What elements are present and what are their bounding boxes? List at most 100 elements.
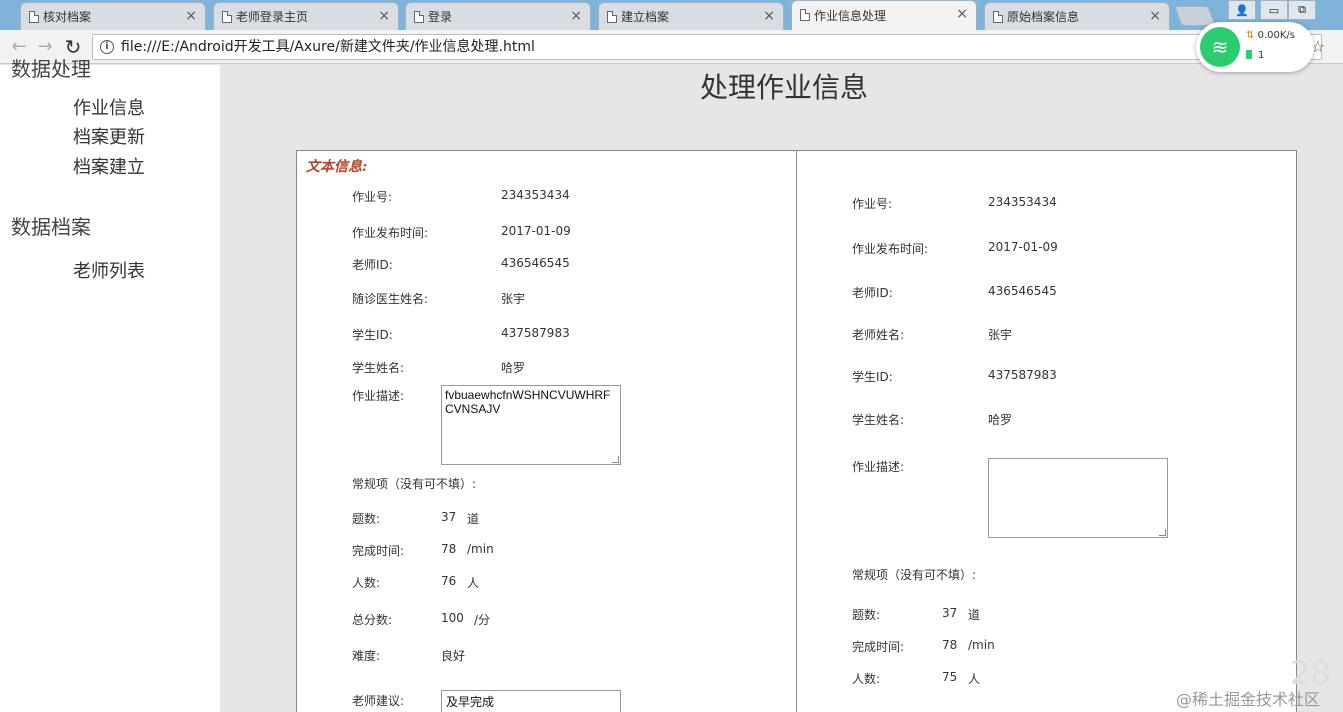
teacher-advice-input[interactable]: 及早完成: [441, 690, 621, 712]
right-questions-label: 题数:: [852, 608, 881, 622]
address-bar: ← → ↻ i file:///E:/Android开发工具/Axure/新建文…: [0, 30, 1343, 64]
network-speed-widget[interactable]: ≋ ⇅ 0.00K/s 1: [1196, 22, 1314, 72]
net-speed: ⇅ 0.00K/s: [1246, 30, 1295, 41]
watermark-text: @稀土掘金技术社区: [1176, 690, 1321, 709]
doctor-name-label: 随诊医生姓名:: [352, 292, 429, 306]
people-value: 76: [441, 574, 457, 588]
page-title: 处理作业信息: [700, 71, 869, 104]
document-icon: [800, 9, 810, 21]
sidebar: 数据处理 作业信息 档案更新 档案建立 数据档案 老师列表: [0, 57, 220, 712]
right-student-name-value: 哈罗: [988, 413, 1013, 427]
resize-grip-icon[interactable]: [612, 456, 619, 463]
document-icon: [414, 11, 424, 23]
right-description-textarea[interactable]: [988, 458, 1168, 538]
url-input[interactable]: i file:///E:/Android开发工具/Axure/新建文件夹/作业信…: [92, 34, 1322, 60]
sidebar-item-teacher-list[interactable]: 老师列表: [73, 257, 145, 283]
right-questions-value: 37: [942, 606, 958, 620]
right-finish-time-unit: /min: [968, 638, 995, 652]
right-teacher-name-value: 张宇: [988, 328, 1013, 342]
tab-create-archive[interactable]: 建立档案 ×: [598, 2, 784, 30]
sidebar-item-archive-create[interactable]: 档案建立: [73, 153, 145, 179]
teacher-advice-label: 老师建议:: [352, 694, 405, 708]
description-textarea[interactable]: fvbuaewhcfnWSHNCVUWHRFCVNSAJV: [441, 385, 621, 465]
tab-teacher-home[interactable]: 老师登录主页 ×: [213, 2, 399, 30]
right-finish-time-label: 完成时间:: [852, 640, 905, 654]
sidebar-heading-data-archive: 数据档案: [11, 215, 91, 239]
tab-homework-processing[interactable]: 作业信息处理 ×: [791, 0, 977, 30]
right-homework-no-label: 作业号:: [852, 197, 893, 211]
info-icon[interactable]: i: [100, 40, 114, 54]
right-teacher-name-label: 老师姓名:: [852, 328, 905, 342]
total-score-value: 100: [441, 611, 464, 625]
panel-divider: [796, 150, 797, 712]
tab-label: 作业信息处理: [814, 9, 887, 23]
homework-no-value: 234353434: [501, 188, 570, 202]
close-icon[interactable]: ×: [378, 8, 390, 24]
close-icon[interactable]: ×: [956, 6, 968, 22]
right-student-id-value: 437587983: [988, 368, 1057, 382]
questions-label: 题数:: [352, 512, 381, 526]
user-icon[interactable]: 👤: [1228, 0, 1256, 20]
sidebar-heading-data-processing: 数据处理: [11, 57, 91, 81]
description-text: fvbuaewhcfnWSHNCVUWHRFCVNSAJV: [445, 388, 611, 416]
right-people-label: 人数:: [852, 672, 881, 686]
right-homework-no-value: 234353434: [988, 195, 1057, 209]
device-icon: [1246, 50, 1252, 59]
questions-unit: 道: [467, 512, 480, 526]
teacher-id-label: 老师ID:: [352, 258, 393, 272]
document-icon: [993, 11, 1003, 23]
right-finish-time-value: 78: [942, 638, 958, 652]
student-id-label: 学生ID:: [352, 328, 393, 342]
right-teacher-id-label: 老师ID:: [852, 286, 893, 300]
right-people-value: 75: [942, 670, 958, 684]
new-tab-button[interactable]: [1174, 6, 1216, 26]
speed-text: 0.00K/s: [1257, 30, 1295, 41]
restore-icon[interactable]: ⧉: [1288, 0, 1316, 20]
document-icon: [607, 11, 617, 23]
total-score-label: 总分数:: [352, 613, 393, 627]
student-id-value: 437587983: [501, 326, 570, 340]
document-icon: [29, 11, 39, 23]
wifi-icon: ≋: [1200, 27, 1240, 67]
difficulty-label: 难度:: [352, 649, 381, 663]
right-description-label: 作业描述:: [852, 460, 905, 474]
close-icon[interactable]: ×: [763, 8, 775, 24]
description-label: 作业描述:: [352, 389, 405, 403]
tab-original-archive[interactable]: 原始档案信息 ×: [984, 2, 1170, 30]
total-score-unit: /分: [474, 613, 491, 627]
finish-time-value: 78: [441, 542, 457, 556]
resize-grip-icon[interactable]: [1159, 529, 1166, 536]
people-label: 人数:: [352, 576, 381, 590]
difficulty-value: 良好: [441, 649, 466, 663]
student-name-label: 学生姓名:: [352, 361, 405, 375]
sidebar-item-archive-update[interactable]: 档案更新: [73, 123, 145, 149]
people-unit: 人: [467, 576, 480, 590]
right-questions-unit: 道: [968, 608, 981, 622]
right-publish-time-value: 2017-01-09: [988, 240, 1058, 254]
close-icon[interactable]: ×: [570, 8, 582, 24]
finish-time-unit: /min: [467, 542, 494, 556]
minimize-icon[interactable]: ▭: [1260, 0, 1288, 20]
close-icon[interactable]: ×: [185, 8, 197, 24]
tab-label: 核对档案: [43, 10, 92, 24]
tab-label: 登录: [428, 10, 453, 24]
tab-verify-archive[interactable]: 核对档案 ×: [20, 2, 206, 30]
right-teacher-id-value: 436546545: [988, 284, 1057, 298]
teacher-id-value: 436546545: [501, 256, 570, 270]
right-people-unit: 人: [968, 672, 981, 686]
right-regular-items-label: 常规项（没有可不填）:: [852, 568, 977, 582]
homework-no-label: 作业号:: [352, 190, 393, 204]
device-count: 1: [1246, 50, 1264, 61]
publish-time-label: 作业发布时间:: [352, 226, 429, 240]
regular-items-label: 常规项（没有可不填）:: [352, 477, 477, 491]
questions-value: 37: [441, 510, 457, 524]
right-student-name-label: 学生姓名:: [852, 413, 905, 427]
close-icon[interactable]: ×: [1149, 8, 1161, 24]
sidebar-item-homework-info[interactable]: 作业信息: [73, 94, 145, 120]
finish-time-label: 完成时间:: [352, 544, 405, 558]
tab-login[interactable]: 登录 ×: [405, 2, 591, 30]
tab-label: 老师登录主页: [236, 10, 309, 24]
tab-bar: 核对档案 × 老师登录主页 × 登录 × 建立档案 × 作业信息处理 × 原始档…: [0, 0, 1343, 30]
tab-label: 原始档案信息: [1007, 10, 1080, 24]
text-info-label: 文本信息:: [306, 159, 368, 175]
